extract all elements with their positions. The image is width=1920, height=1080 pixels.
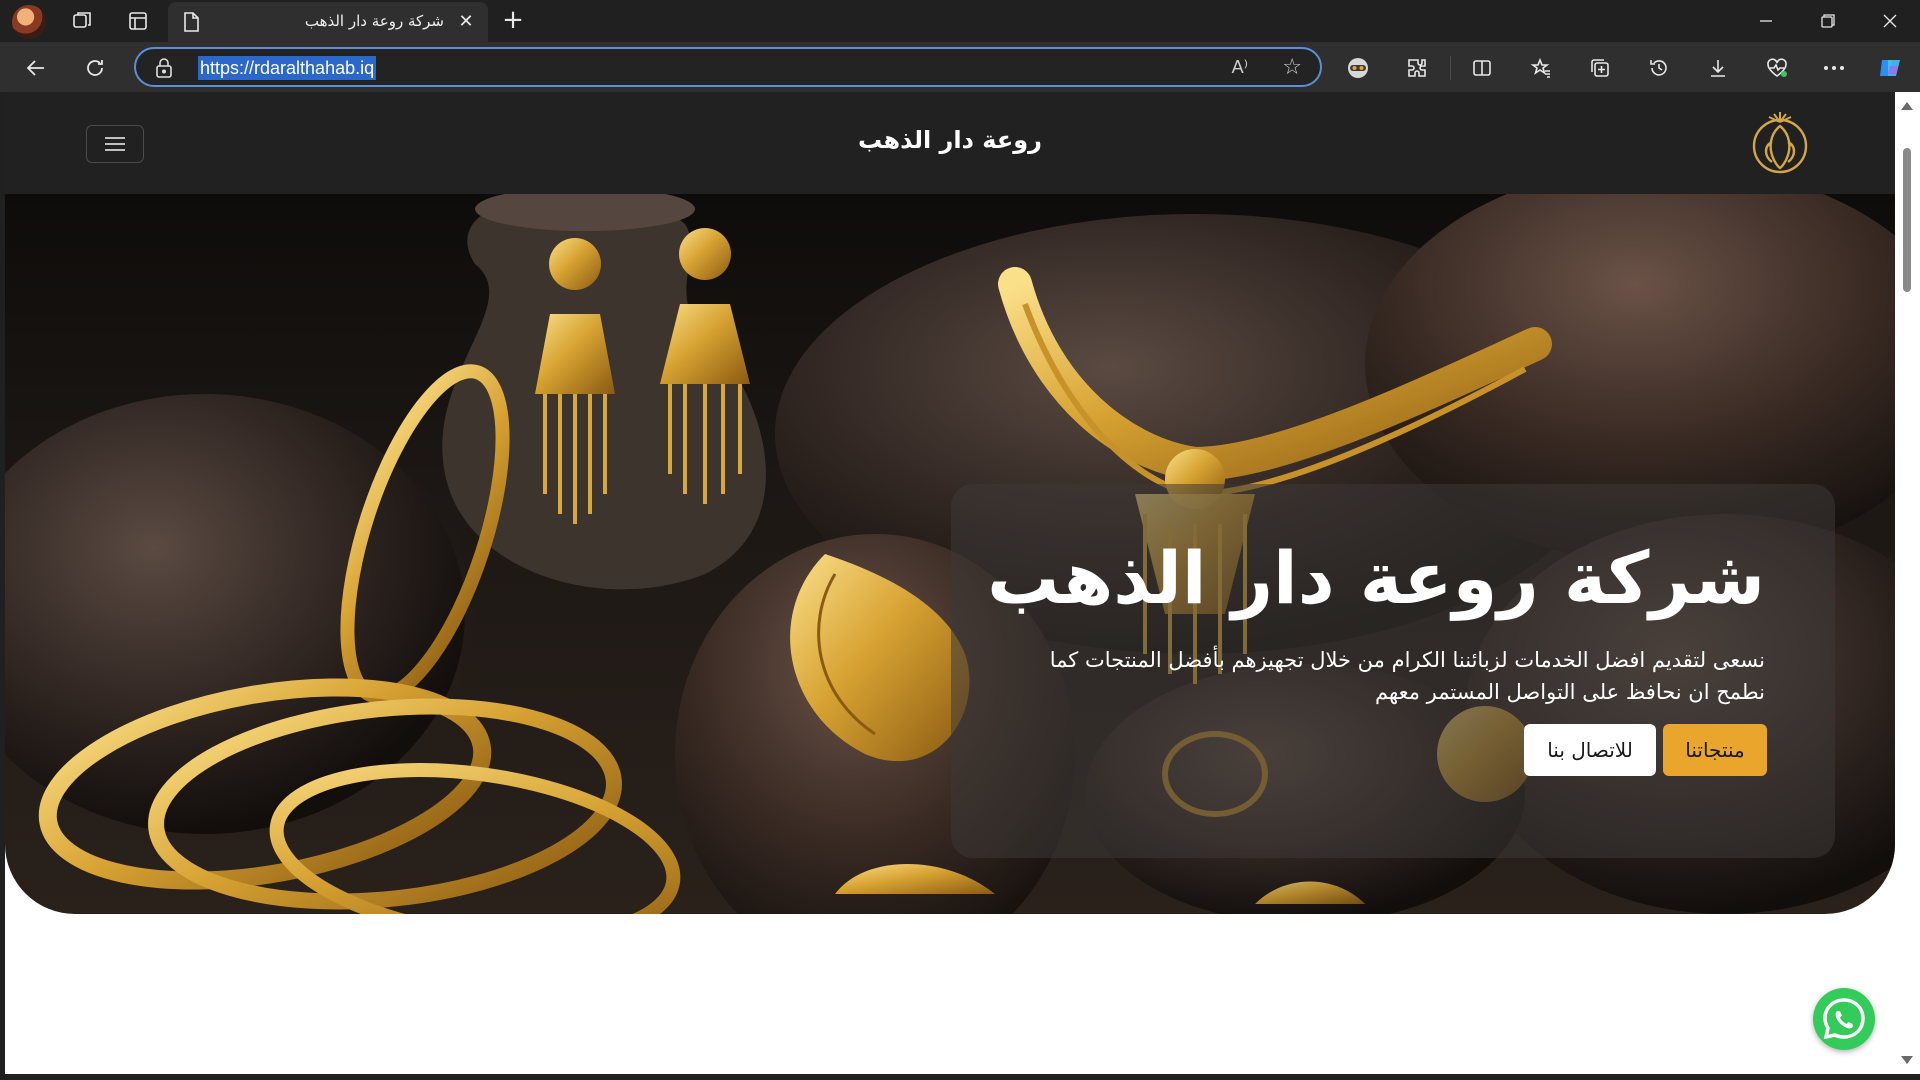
tab-bar: شركة روعة دار الذهب ✕ + (0, 0, 1920, 42)
page-viewport: روعة دار الذهب شركة روعة دار الذهب نسعى … (5, 92, 1895, 1074)
lock-icon[interactable] (154, 57, 174, 79)
site-header: روعة دار الذهب (5, 92, 1895, 194)
tab-active[interactable]: شركة روعة دار الذهب ✕ (168, 2, 488, 42)
scroll-thumb[interactable] (1903, 148, 1911, 292)
read-aloud-icon[interactable]: A⁾ (1232, 57, 1248, 78)
tab-title: شركة روعة دار الذهب (304, 12, 444, 30)
tab-actions-icon[interactable] (124, 7, 152, 35)
scroll-down-arrow[interactable] (1901, 1056, 1913, 1064)
window-close-icon[interactable] (1866, 6, 1914, 36)
extension-mask-icon[interactable] (1342, 52, 1374, 84)
site-title[interactable]: روعة دار الذهب (5, 126, 1895, 154)
history-icon[interactable] (1643, 52, 1675, 84)
address-bar[interactable]: https://rdaralthahab.iq A⁾ ☆ (134, 47, 1322, 87)
minimize-icon[interactable] (1742, 6, 1790, 36)
window-bottom-edge (0, 1074, 1920, 1080)
contact-button[interactable]: للاتصال بنا (1524, 724, 1656, 776)
scroll-up-arrow[interactable] (1901, 102, 1913, 110)
hero-section: شركة روعة دار الذهب نسعى لتقديم افضل الخ… (5, 194, 1895, 914)
favorite-star-icon[interactable]: ☆ (1282, 55, 1302, 80)
toolbar-separator (1450, 56, 1451, 80)
products-button[interactable]: منتجاتنا (1663, 724, 1767, 776)
favorites-icon[interactable] (1525, 52, 1557, 84)
collections-icon[interactable] (1584, 52, 1616, 84)
extensions-puzzle-icon[interactable] (1401, 52, 1433, 84)
heart-health-icon[interactable] (1761, 52, 1793, 84)
workspaces-icon[interactable] (68, 7, 96, 35)
more-icon[interactable] (1818, 52, 1850, 84)
restore-icon[interactable] (1804, 6, 1852, 36)
page-icon (184, 12, 199, 32)
back-icon[interactable] (20, 52, 52, 84)
hero-subtitle: نسعى لتقديم افضل الخدمات لزبائننا الكرام… (1049, 648, 1765, 704)
whatsapp-button[interactable] (1813, 988, 1875, 1050)
new-tab-icon[interactable]: + (500, 7, 526, 34)
whatsapp-icon (1823, 998, 1865, 1040)
split-screen-icon[interactable] (1466, 52, 1498, 84)
refresh-icon[interactable] (79, 52, 111, 84)
copilot-icon[interactable] (1874, 52, 1906, 84)
profile-avatar[interactable] (12, 5, 46, 39)
downloads-icon[interactable] (1702, 52, 1734, 84)
url-text[interactable]: https://rdaralthahab.iq (198, 56, 377, 80)
brand-logo-icon[interactable] (1750, 112, 1810, 176)
hero-heading: شركة روعة دار الذهب (987, 536, 1765, 620)
browser-toolbar: https://rdaralthahab.iq A⁾ ☆ (0, 42, 1920, 92)
close-icon[interactable]: ✕ (454, 10, 478, 34)
vertical-scrollbar[interactable] (1895, 92, 1920, 1074)
